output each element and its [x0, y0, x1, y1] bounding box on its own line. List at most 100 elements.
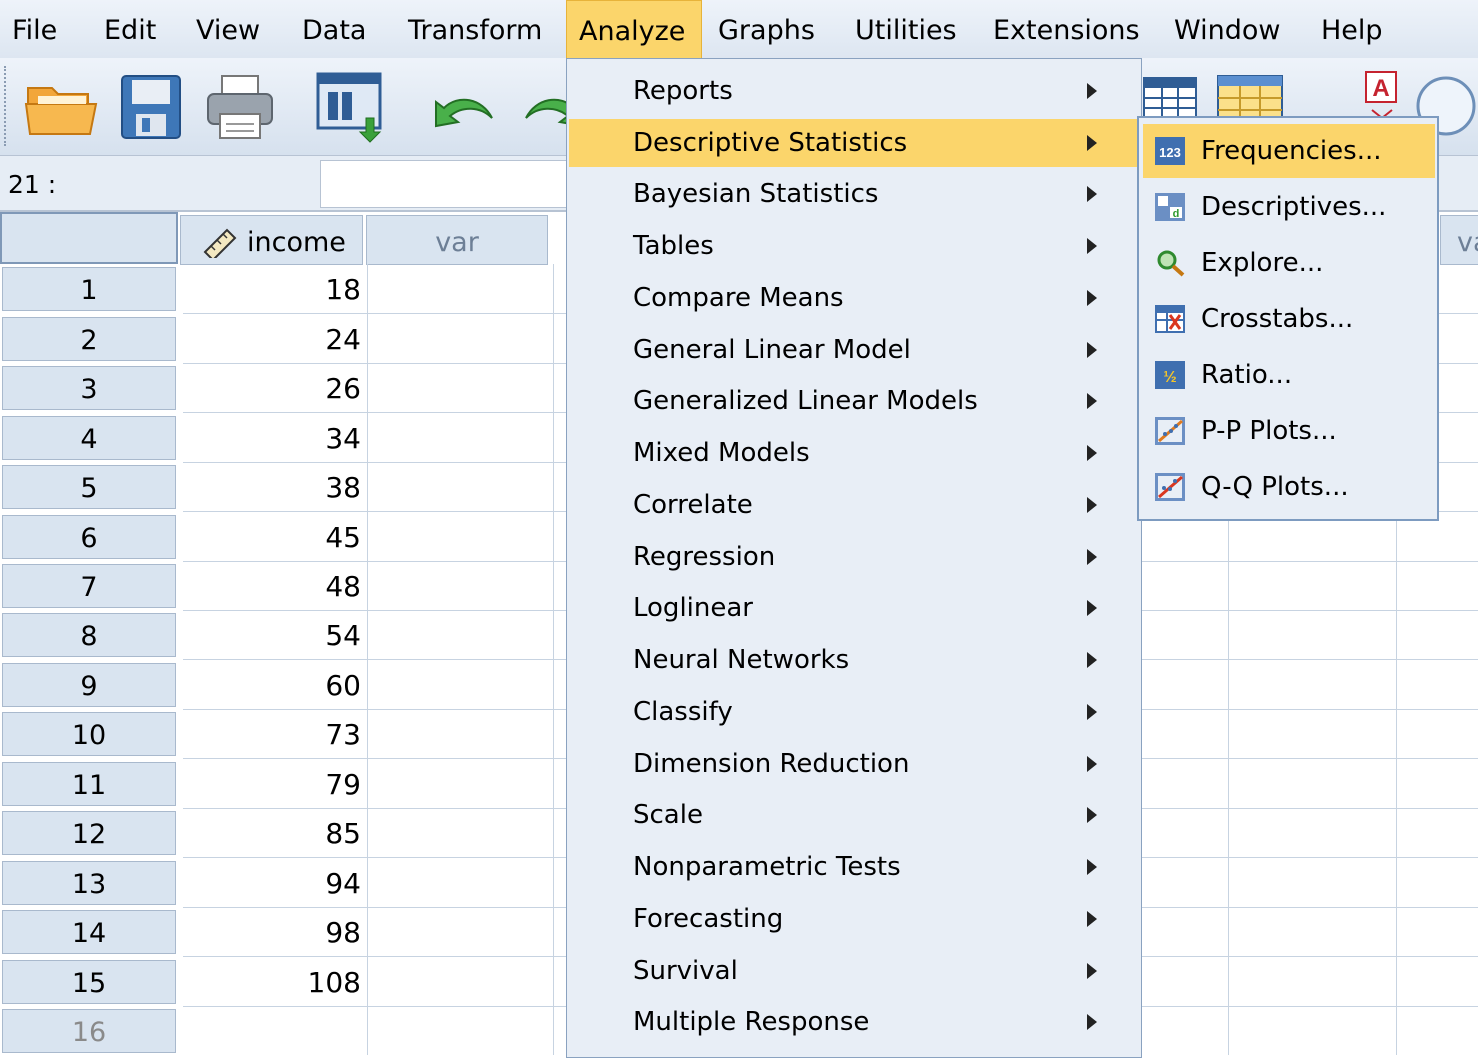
column-header-var-partial[interactable]: va: [1440, 215, 1478, 265]
menu-graphs[interactable]: Graphs: [706, 0, 827, 58]
income-cell[interactable]: 85: [183, 811, 365, 855]
submenu-item-pp-plots[interactable]: P-P Plots...: [1143, 404, 1435, 458]
menu-item-tables[interactable]: Tables: [569, 222, 1139, 270]
menu-item-forecasting[interactable]: Forecasting: [569, 895, 1139, 943]
submenu-arrow-icon: [1087, 393, 1097, 409]
menu-item-correlate[interactable]: Correlate: [569, 481, 1139, 529]
menu-item-bayesian-statistics[interactable]: Bayesian Statistics: [569, 170, 1139, 218]
menu-item-regression[interactable]: Regression: [569, 533, 1139, 581]
menu-utilities[interactable]: Utilities: [843, 0, 969, 58]
menu-item-scale[interactable]: Scale: [569, 791, 1139, 839]
income-cell[interactable]: 79: [183, 762, 365, 806]
menu-item-label: General Linear Model: [633, 335, 911, 365]
menu-window[interactable]: Window: [1162, 0, 1292, 58]
income-cell[interactable]: 18: [183, 267, 365, 311]
row-header[interactable]: 5: [2, 465, 176, 509]
menu-view[interactable]: View: [184, 0, 272, 58]
menu-item-label: Survival: [633, 956, 738, 986]
menu-item-descriptive-statistics[interactable]: Descriptive Statistics: [569, 119, 1139, 167]
menu-item-label: Neural Networks: [633, 645, 850, 675]
income-cell[interactable]: 73: [183, 712, 365, 756]
income-cell[interactable]: 34: [183, 416, 365, 460]
print-icon[interactable]: [206, 74, 274, 140]
submenu-item-descriptives[interactable]: d Descriptives...: [1143, 180, 1435, 234]
income-cell[interactable]: 60: [183, 663, 365, 707]
cell-value-input[interactable]: [320, 160, 582, 208]
menu-file[interactable]: File: [0, 0, 69, 58]
menu-item-survival[interactable]: Survival: [569, 947, 1139, 995]
menu-item-reports[interactable]: Reports: [569, 67, 1139, 115]
descriptive-statistics-submenu: 123 Frequencies... d Descriptives... Exp…: [1137, 116, 1439, 521]
income-cell[interactable]: 38: [183, 465, 365, 509]
row-header[interactable]: 4: [2, 416, 176, 460]
income-cell[interactable]: 26: [183, 366, 365, 410]
submenu-item-qq-plots[interactable]: Q-Q Plots...: [1143, 460, 1435, 514]
submenu-arrow-icon: [1087, 963, 1097, 979]
income-cell[interactable]: 108: [183, 960, 365, 1004]
menu-help[interactable]: Help: [1309, 0, 1395, 58]
row-header[interactable]: 12: [2, 811, 176, 855]
submenu-item-frequencies[interactable]: 123 Frequencies...: [1143, 124, 1435, 178]
svg-text:A: A: [1372, 75, 1389, 102]
save-icon[interactable]: [120, 74, 182, 140]
submenu-arrow-icon: [1087, 83, 1097, 99]
pp-plot-icon: [1155, 417, 1185, 445]
menu-item-compare-means[interactable]: Compare Means: [569, 274, 1139, 322]
row-header[interactable]: 15: [2, 960, 176, 1004]
menu-item-multiple-response[interactable]: Multiple Response: [569, 998, 1139, 1046]
income-cell[interactable]: 24: [183, 317, 365, 361]
menu-item-classify[interactable]: Classify: [569, 688, 1139, 736]
row-header[interactable]: 7: [2, 564, 176, 608]
income-cell[interactable]: 45: [183, 515, 365, 559]
menu-extensions[interactable]: Extensions: [981, 0, 1152, 58]
row-header[interactable]: 10: [2, 712, 176, 756]
submenu-arrow-icon: [1087, 238, 1097, 254]
menu-item-loglinear[interactable]: Loglinear: [569, 584, 1139, 632]
menu-item-label: Bayesian Statistics: [633, 179, 879, 209]
menu-analyze[interactable]: Analyze: [566, 0, 702, 58]
menu-bar: File Edit View Data Transform Analyze Gr…: [0, 0, 1478, 59]
submenu-arrow-icon: [1087, 652, 1097, 668]
income-cell[interactable]: 48: [183, 564, 365, 608]
income-cell[interactable]: [183, 1009, 365, 1053]
row-header[interactable]: 1: [2, 267, 176, 311]
row-header[interactable]: 2: [2, 317, 176, 361]
submenu-item-label: Crosstabs...: [1201, 304, 1354, 334]
toolbar-grip[interactable]: [4, 66, 10, 146]
menu-item-dimension-reduction[interactable]: Dimension Reduction: [569, 740, 1139, 788]
column-header-income[interactable]: income: [180, 215, 363, 265]
menu-item-label: Descriptive Statistics: [633, 128, 908, 158]
qq-plot-icon: [1155, 473, 1185, 501]
income-cell[interactable]: 54: [183, 613, 365, 657]
open-folder-icon[interactable]: [24, 74, 100, 140]
grid-corner[interactable]: [0, 212, 178, 264]
row-header[interactable]: 11: [2, 762, 176, 806]
submenu-item-crosstabs[interactable]: Crosstabs...: [1143, 292, 1435, 346]
dialog-recall-icon[interactable]: [316, 72, 388, 144]
income-cell[interactable]: 94: [183, 861, 365, 905]
text-icon[interactable]: A: [1362, 70, 1404, 120]
submenu-item-explore[interactable]: Explore...: [1143, 236, 1435, 290]
menu-item-generalized-linear-models[interactable]: Generalized Linear Models: [569, 377, 1139, 425]
submenu-item-ratio[interactable]: ½ Ratio...: [1143, 348, 1435, 402]
menu-item-mixed-models[interactable]: Mixed Models: [569, 429, 1139, 477]
row-header[interactable]: 6: [2, 515, 176, 559]
undo-icon[interactable]: [428, 88, 498, 132]
redo-icon[interactable]: [520, 88, 566, 132]
row-header[interactable]: 8: [2, 613, 176, 657]
menu-edit[interactable]: Edit: [92, 0, 168, 58]
menu-transform[interactable]: Transform: [396, 0, 554, 58]
row-header[interactable]: 13: [2, 861, 176, 905]
menu-data[interactable]: Data: [290, 0, 378, 58]
menu-item-label: Generalized Linear Models: [633, 386, 978, 416]
menu-item-general-linear-model[interactable]: General Linear Model: [569, 326, 1139, 374]
column-header-var[interactable]: var: [366, 215, 548, 265]
income-cell[interactable]: 98: [183, 910, 365, 954]
submenu-item-label: Ratio...: [1201, 360, 1293, 390]
menu-item-neural-networks[interactable]: Neural Networks: [569, 636, 1139, 684]
row-header[interactable]: 16: [2, 1009, 176, 1053]
menu-item-nonparametric-tests[interactable]: Nonparametric Tests: [569, 843, 1139, 891]
row-header[interactable]: 9: [2, 663, 176, 707]
row-header[interactable]: 14: [2, 910, 176, 954]
row-header[interactable]: 3: [2, 366, 176, 410]
